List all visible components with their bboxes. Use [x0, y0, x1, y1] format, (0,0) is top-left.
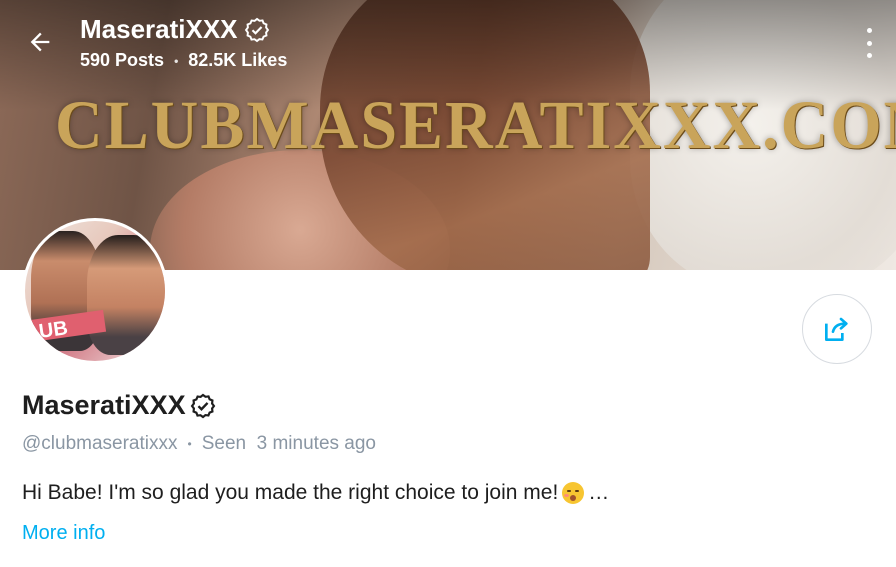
stats-separator: •	[174, 53, 179, 68]
profile-name: MaseratiXXX	[22, 390, 216, 421]
posts-count: 590 Posts	[80, 50, 165, 70]
avatar-figure-right	[87, 235, 165, 355]
more-vertical-icon-dot	[866, 40, 872, 46]
meta-separator: •	[187, 437, 192, 451]
header-title: MaseratiXXX	[80, 14, 270, 45]
banner-watermark: CLUBMASERATIXXX.COM	[55, 87, 896, 164]
avatar-logo-text: UB	[37, 317, 70, 343]
kissing-face-icon	[562, 482, 585, 504]
last-seen: Seen 3 minutes ago	[201, 433, 376, 454]
verified-badge-icon	[244, 17, 269, 42]
profile-handle: @clubmaseratixxx	[22, 433, 178, 454]
profile-meta: @clubmaseratixxx • Seen 3 minutes ago	[22, 433, 376, 455]
avatar[interactable]: UB	[22, 218, 168, 364]
header-stats: 590 Posts • 82.5K Likes	[80, 50, 287, 71]
header-name: MaseratiXXX	[80, 14, 238, 44]
share-button[interactable]	[802, 294, 872, 364]
avatar-image: UB	[25, 221, 165, 361]
profile-bio: Hi Babe! I'm so glad you made the right …	[22, 481, 609, 505]
likes-count: 82.5K Likes	[188, 50, 288, 70]
back-button[interactable]	[22, 24, 58, 60]
more-vertical-icon-dot	[866, 28, 872, 33]
verified-badge-icon	[190, 393, 215, 418]
profile-name-text: MaseratiXXX	[22, 390, 186, 420]
back-arrow-icon	[30, 32, 50, 52]
share-icon	[825, 317, 848, 341]
more-info-link[interactable]: More info	[22, 522, 105, 545]
more-options-button[interactable]	[864, 28, 874, 58]
more-vertical-icon-dot	[866, 53, 872, 58]
bio-text: Hi Babe! I'm so glad you made the right …	[22, 481, 559, 504]
bio-ellipsis: …	[588, 481, 610, 504]
